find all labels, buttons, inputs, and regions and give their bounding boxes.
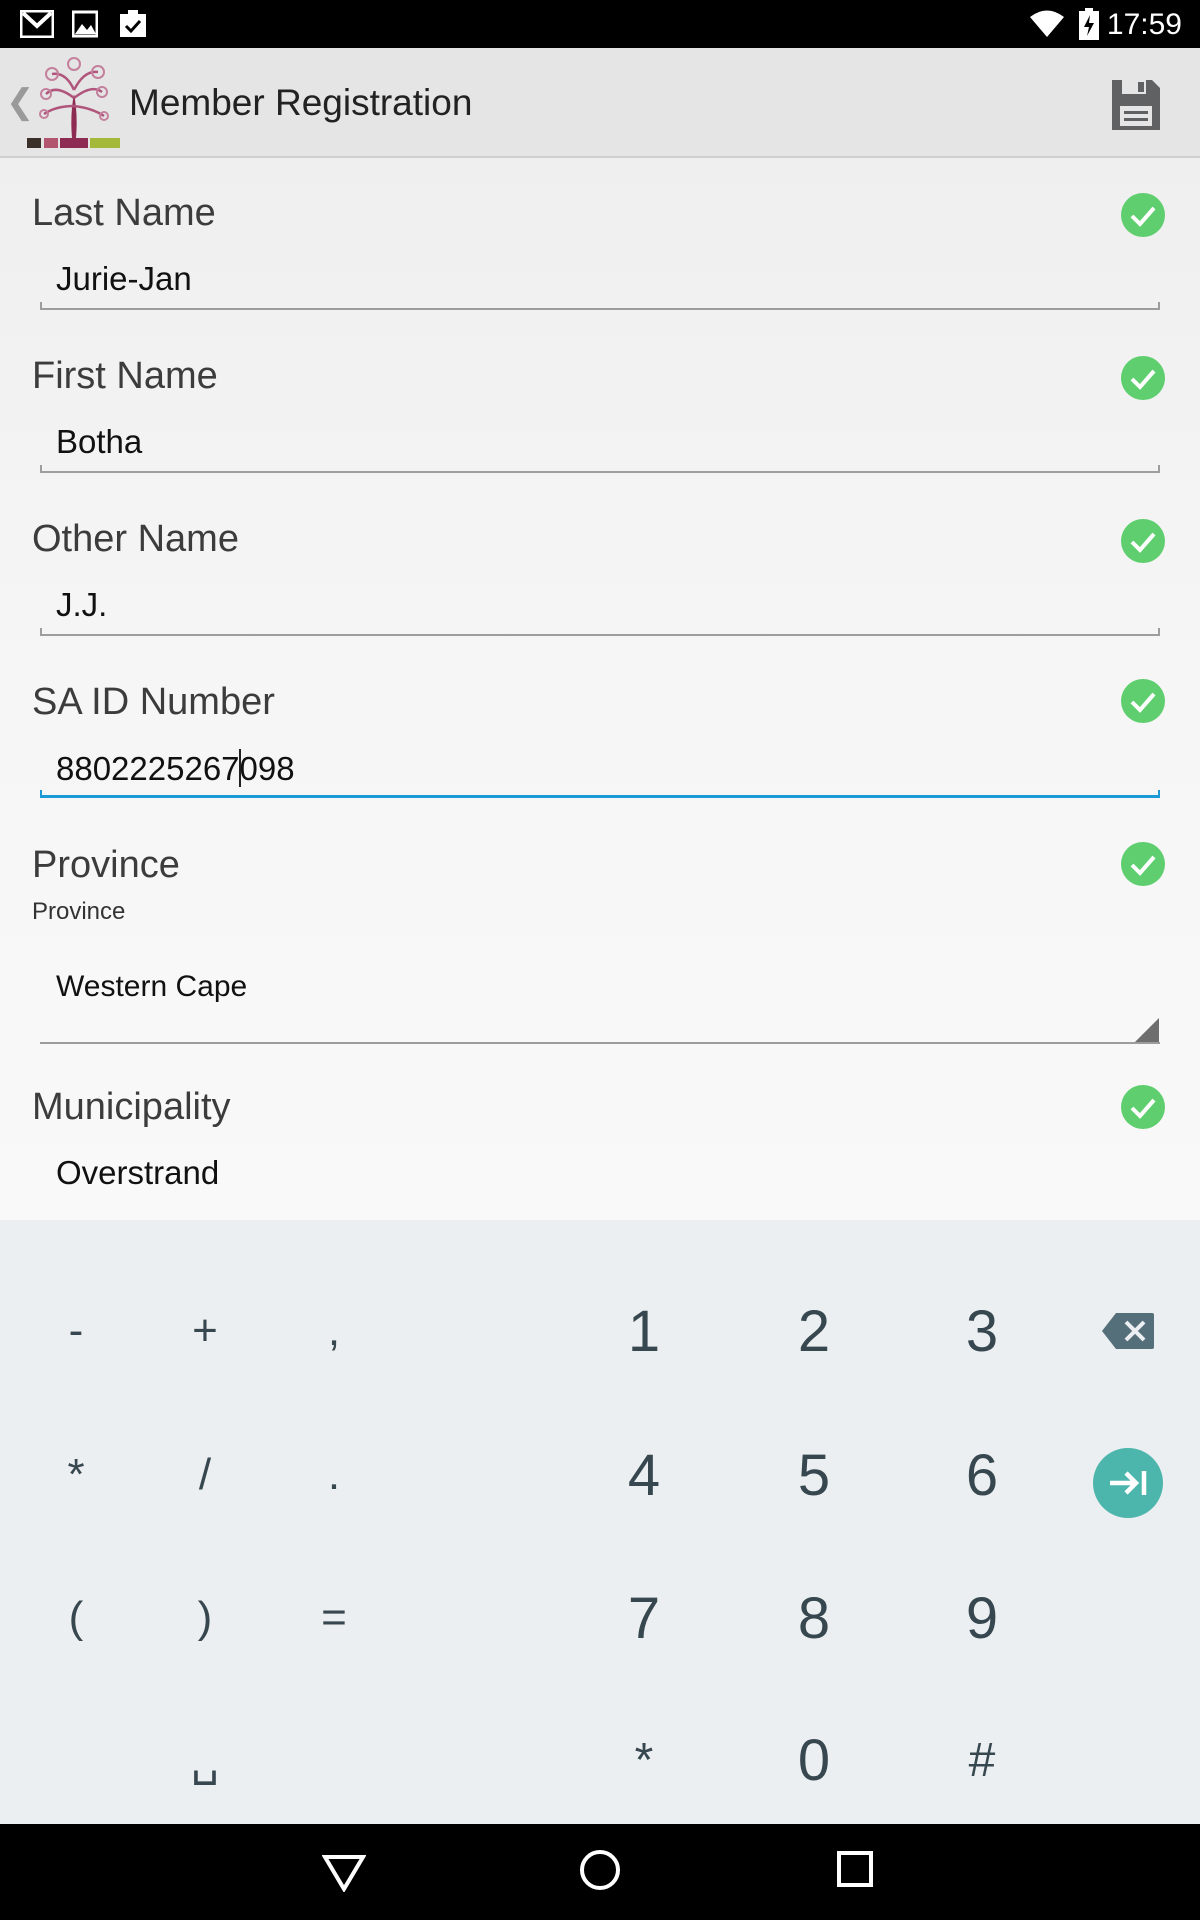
registration-form: Last Name Jurie-Jan First Name Botha Oth…	[0, 158, 1200, 1220]
key-minus[interactable]: -	[16, 1271, 136, 1391]
check-icon	[1120, 678, 1166, 724]
numeric-keyboard: - + , 1 2 3 * / . 4 5 6 ( ) = 7 8 9 ␣ *	[0, 1220, 1200, 1824]
key-7[interactable]: 7	[584, 1558, 704, 1678]
key-3[interactable]: 3	[922, 1271, 1042, 1391]
tree-logo-icon[interactable]	[26, 54, 122, 155]
page-title: Member Registration	[129, 82, 473, 123]
wifi-icon	[1030, 10, 1064, 43]
next-field-icon	[1092, 1447, 1164, 1519]
next-field-key[interactable]	[1068, 1423, 1188, 1543]
input-underline	[40, 302, 1160, 310]
input-underline-focused	[40, 790, 1160, 798]
key-close-paren[interactable]: )	[145, 1558, 265, 1678]
check-icon	[1120, 841, 1166, 887]
floppy-save-icon	[1108, 80, 1162, 136]
key-4[interactable]: 4	[584, 1415, 704, 1535]
key-slash[interactable]: /	[145, 1415, 265, 1535]
id-value-before-cursor: 8802225267	[56, 750, 240, 787]
first-name-input[interactable]: Botha	[56, 423, 142, 461]
status-bar: 17:59	[0, 0, 1200, 48]
dropdown-underline	[40, 1042, 1160, 1044]
backspace-key[interactable]	[1068, 1271, 1188, 1391]
screen: 17:59 ❮ Member Registration Last Name Ju…	[0, 0, 1200, 1920]
field-label: First Name	[32, 355, 218, 397]
province-dropdown[interactable]: Western Cape	[56, 970, 247, 1004]
recents-square-icon[interactable]	[836, 1850, 876, 1895]
dropdown-arrow-icon[interactable]	[1135, 1018, 1159, 1042]
key-open-paren[interactable]: (	[16, 1558, 136, 1678]
key-9[interactable]: 9	[922, 1558, 1042, 1678]
key-asterisk[interactable]: *	[16, 1415, 136, 1535]
field-label: Last Name	[32, 192, 216, 234]
key-star[interactable]: *	[584, 1700, 704, 1820]
key-space[interactable]: ␣	[145, 1700, 265, 1820]
key-comma[interactable]: ,	[274, 1271, 394, 1391]
key-period[interactable]: .	[274, 1415, 394, 1535]
save-button[interactable]	[1108, 78, 1162, 132]
key-0[interactable]: 0	[754, 1700, 874, 1820]
key-plus[interactable]: +	[145, 1271, 265, 1391]
battery-charging-icon	[1078, 8, 1100, 45]
field-label: Other Name	[32, 518, 239, 560]
field-label: SA ID Number	[32, 681, 275, 723]
key-5[interactable]: 5	[754, 1415, 874, 1535]
input-underline	[40, 628, 1160, 636]
check-icon	[1120, 518, 1166, 564]
status-time: 17:59	[1106, 8, 1182, 41]
clipboard-check-icon	[118, 10, 148, 43]
input-underline	[40, 465, 1160, 473]
key-equals[interactable]: =	[274, 1558, 394, 1678]
action-bar: ❮ Member Registration	[0, 48, 1200, 158]
field-sublabel: Province	[32, 898, 126, 925]
last-name-input[interactable]: Jurie-Jan	[56, 260, 192, 298]
key-6[interactable]: 6	[922, 1415, 1042, 1535]
home-circle-icon[interactable]	[578, 1848, 622, 1897]
backspace-icon	[1102, 1313, 1154, 1349]
check-icon	[1120, 1084, 1166, 1130]
navigation-bar	[0, 1824, 1200, 1920]
gmail-icon	[19, 9, 55, 43]
key-1[interactable]: 1	[584, 1271, 704, 1391]
gallery-icon	[71, 10, 99, 43]
back-triangle-icon[interactable]	[321, 1854, 367, 1897]
key-2[interactable]: 2	[754, 1271, 874, 1391]
field-label: Municipality	[32, 1086, 231, 1128]
key-8[interactable]: 8	[754, 1558, 874, 1678]
id-value-after-cursor: 098	[239, 750, 295, 787]
field-label: Province	[32, 844, 180, 886]
municipality-input[interactable]: Overstrand	[56, 1154, 219, 1192]
check-icon	[1120, 355, 1166, 401]
sa-id-number-input[interactable]: 8802225267098	[56, 749, 295, 788]
check-icon	[1120, 192, 1166, 238]
other-name-input[interactable]: J.J.	[56, 586, 107, 624]
key-hash[interactable]: #	[922, 1700, 1042, 1820]
